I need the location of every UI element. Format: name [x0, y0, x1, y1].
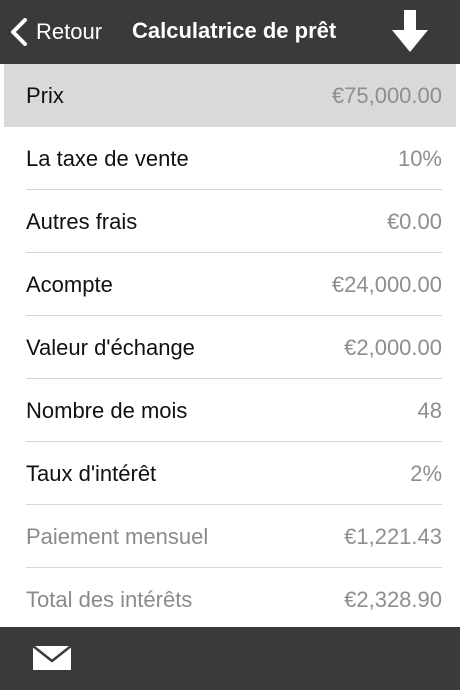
- row-down-payment[interactable]: Acompte €24,000.00: [0, 253, 460, 316]
- arrow-down-icon: [392, 10, 428, 52]
- row-value: €75,000.00: [331, 82, 442, 108]
- row-other-fees[interactable]: Autres frais €0.00: [0, 190, 460, 253]
- row-value: €24,000.00: [331, 271, 442, 297]
- back-button-label: Retour: [36, 19, 103, 44]
- row-number-of-months[interactable]: Nombre de mois 48: [0, 379, 460, 442]
- back-button[interactable]: Retour: [8, 12, 102, 52]
- loan-calculator-screen: Retour Calculatrice de prêt Prix €75,000…: [0, 0, 460, 690]
- row-value: €0.00: [386, 208, 442, 234]
- row-label: Acompte: [26, 271, 113, 297]
- row-sales-tax[interactable]: La taxe de vente 10%: [0, 127, 460, 190]
- row-label: Taux d'intérêt: [26, 460, 157, 486]
- row-label: La taxe de vente: [26, 145, 189, 171]
- row-label: Prix: [26, 82, 64, 108]
- download-button[interactable]: [390, 8, 430, 54]
- row-value: €2,000.00: [344, 334, 442, 360]
- envelope-icon: [32, 645, 72, 670]
- navigation-bar: Retour Calculatrice de prêt: [0, 0, 460, 64]
- row-value: 10%: [397, 145, 442, 171]
- row-value: 48: [417, 397, 442, 423]
- row-value: €2,328.90: [344, 586, 442, 612]
- chevron-left-icon: [11, 18, 27, 46]
- page-title: Calculatrice de prêt: [132, 18, 337, 43]
- bottom-toolbar: [0, 627, 460, 690]
- row-label: Total des intérêts: [26, 586, 193, 612]
- loan-fields-list: Prix €75,000.00 La taxe de vente 10% Aut…: [0, 64, 460, 631]
- row-label: Nombre de mois: [26, 397, 188, 423]
- row-monthly-payment: Paiement mensuel €1,221.43: [0, 505, 460, 568]
- row-label: Valeur d'échange: [26, 334, 195, 360]
- row-value: €1,221.43: [344, 523, 442, 549]
- row-label: Paiement mensuel: [26, 523, 209, 549]
- row-trade-in-value[interactable]: Valeur d'échange €2,000.00: [0, 316, 460, 379]
- row-total-interest: Total des intérêts €2,328.90: [0, 568, 460, 631]
- row-interest-rate[interactable]: Taux d'intérêt 2%: [0, 442, 460, 505]
- row-value: 2%: [410, 460, 442, 486]
- email-button[interactable]: [32, 643, 72, 673]
- row-price[interactable]: Prix €75,000.00: [4, 64, 456, 127]
- row-label: Autres frais: [26, 208, 138, 234]
